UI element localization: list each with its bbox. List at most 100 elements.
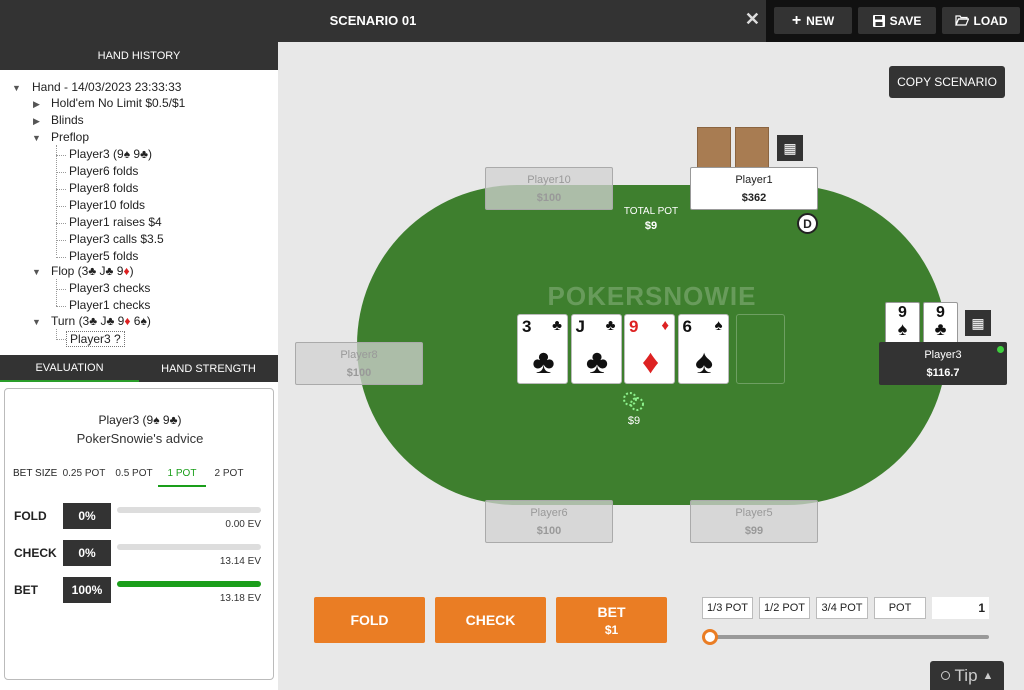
card-back	[697, 127, 731, 169]
preset-three-quarter-pot[interactable]: 3/4 POT	[816, 597, 868, 619]
card-rank: 6	[682, 317, 692, 336]
bet-size-label: BET SIZE	[13, 468, 58, 479]
advice-player: Player3 (9♠ 9♣)	[98, 413, 182, 427]
card-suit-icon: ♠	[714, 317, 723, 334]
action-percent: 0%	[63, 503, 111, 529]
advice-panel: Player3 (9♠ 9♣) PokerSnowie's advice BET…	[4, 388, 274, 680]
card-suit-icon: ♠	[694, 343, 714, 381]
tab-hand-strength[interactable]: HAND STRENGTH	[139, 355, 278, 382]
bet-button[interactable]: BET $1	[556, 597, 667, 643]
preset-pot[interactable]: POT	[874, 597, 926, 619]
save-button[interactable]: SAVE	[858, 7, 936, 34]
collapse-arrow-icon[interactable]: ▼	[32, 267, 41, 277]
card-suit-icon: ♣	[552, 317, 562, 334]
tree-flop[interactable]: Flop (3♣ J♣ 9♦)	[51, 264, 134, 278]
bet-size-option[interactable]: 1 POT	[158, 468, 206, 487]
bet-amount-input[interactable]: 1	[932, 597, 989, 619]
tip-button[interactable]: Tip ▲	[930, 661, 1004, 690]
tree-action[interactable]: Player3 checks	[69, 281, 150, 295]
tree-action[interactable]: Player6 folds	[69, 164, 138, 178]
collapse-arrow-icon[interactable]: ▼	[12, 83, 21, 93]
caret-up-icon: ▲	[982, 669, 994, 682]
card-rank: 3	[522, 317, 532, 336]
card-suit-icon: ♦	[661, 317, 669, 334]
tree-current-action[interactable]: Player3 ?	[66, 331, 125, 347]
action-percent: 100%	[63, 577, 111, 603]
tree-connector	[56, 172, 66, 173]
tree-preflop[interactable]: Preflop	[51, 130, 89, 144]
tree-connector	[56, 223, 66, 224]
seat-player1[interactable]: Player1 $362	[690, 167, 818, 210]
floppy-disk-icon	[872, 14, 885, 27]
expand-arrow-icon[interactable]: ▶	[33, 116, 40, 127]
card-suit-icon: ♣	[532, 343, 555, 381]
collapse-arrow-icon[interactable]: ▼	[32, 317, 41, 327]
tab-evaluation[interactable]: EVALUATION	[0, 355, 139, 382]
probability-bar-fill	[117, 581, 261, 587]
bet-size-option[interactable]: 0.5 POT	[111, 468, 157, 485]
copy-scenario-button[interactable]: COPY SCENARIO	[889, 66, 1005, 98]
tree-hand[interactable]: Hand - 14/03/2023 23:33:33	[32, 80, 181, 94]
probability-bar	[117, 507, 261, 513]
bet-slider-track[interactable]	[710, 635, 989, 639]
card-suit-icon: ♦	[641, 343, 660, 381]
seat-player10[interactable]: Player10 $100	[485, 167, 613, 210]
action-ev: 0.00 EV	[225, 519, 261, 530]
board-card: 6 ♠ ♠	[677, 314, 729, 384]
tree-connector	[56, 289, 66, 290]
close-icon[interactable]: ✕	[745, 9, 760, 30]
range-grid-icon[interactable]: ▦	[777, 135, 803, 161]
bet-size-option[interactable]: 0.25 POT	[61, 468, 107, 485]
check-button[interactable]: CHECK	[435, 597, 546, 643]
card-suit-icon: ♠	[897, 319, 908, 339]
tree-action[interactable]: Player8 folds	[69, 181, 138, 195]
tree-game[interactable]: Hold'em No Limit $0.5/$1	[51, 96, 185, 110]
probability-bar	[117, 544, 261, 550]
fold-button[interactable]: FOLD	[314, 597, 425, 643]
card-rank: 9	[629, 317, 639, 336]
bet-size-option[interactable]: 2 POT	[206, 468, 252, 485]
hero-card: 9 ♣	[923, 302, 958, 346]
dealer-button: D	[797, 213, 818, 234]
advice-title: PokerSnowie's advice	[76, 431, 204, 446]
tree-action[interactable]: Player5 folds	[69, 249, 138, 263]
action-row: FOLD 0% 0.00 EV	[5, 503, 275, 530]
load-button[interactable]: LOAD	[942, 7, 1020, 34]
card-suit-icon: ♣	[585, 343, 609, 381]
tree-action[interactable]: Player10 folds	[69, 198, 145, 212]
chips-icon	[623, 392, 644, 411]
tree-action[interactable]: Player1 checks	[69, 298, 150, 312]
tree-connector	[56, 257, 66, 258]
preset-half-pot[interactable]: 1/2 POT	[759, 597, 810, 619]
tree-action[interactable]: Player3 calls $3.5	[69, 232, 164, 246]
range-grid-icon[interactable]: ▦	[965, 310, 991, 336]
tree-connector	[56, 279, 57, 306]
board-card: 9 ♦ ♦	[624, 314, 675, 384]
card-suit-icon: ♣	[605, 317, 616, 334]
tree-connector	[56, 155, 66, 156]
action-ev: 13.18 EV	[219, 593, 261, 604]
seat-player3[interactable]: Player3 $116.7	[879, 342, 1007, 385]
tree-connector	[56, 240, 66, 241]
tree-connector	[56, 206, 66, 207]
action-row: BET 100% 13.18 EV	[5, 577, 275, 604]
seat-player6[interactable]: Player6 $100	[485, 500, 613, 543]
new-button[interactable]: + NEW	[774, 7, 852, 34]
seat-player5[interactable]: Player5 $99	[690, 500, 818, 543]
action-label: CHECK	[14, 546, 57, 560]
tree-blinds[interactable]: Blinds	[51, 113, 84, 127]
tree-connector	[56, 145, 57, 255]
tree-turn[interactable]: Turn (3♣ J♣ 9♦ 6♠)	[51, 314, 151, 328]
board-card: J ♣ ♣	[570, 314, 622, 384]
file-buttons: + NEW SAVE LOAD	[766, 0, 1024, 42]
tree-action[interactable]: Player1 raises $4	[69, 215, 162, 229]
probability-bar	[117, 581, 261, 587]
preset-third-pot[interactable]: 1/3 POT	[702, 597, 753, 619]
board-card: 3 ♣ ♣	[517, 314, 568, 384]
seat-player8[interactable]: Player8 $100	[295, 342, 423, 385]
bet-slider-handle[interactable]	[702, 629, 718, 645]
tree-action[interactable]: Player3 (9♠ 9♣)	[69, 147, 152, 161]
total-pot-label: TOTAL POT	[623, 206, 679, 217]
collapse-arrow-icon[interactable]: ▼	[32, 133, 41, 143]
expand-arrow-icon[interactable]: ▶	[33, 99, 40, 110]
